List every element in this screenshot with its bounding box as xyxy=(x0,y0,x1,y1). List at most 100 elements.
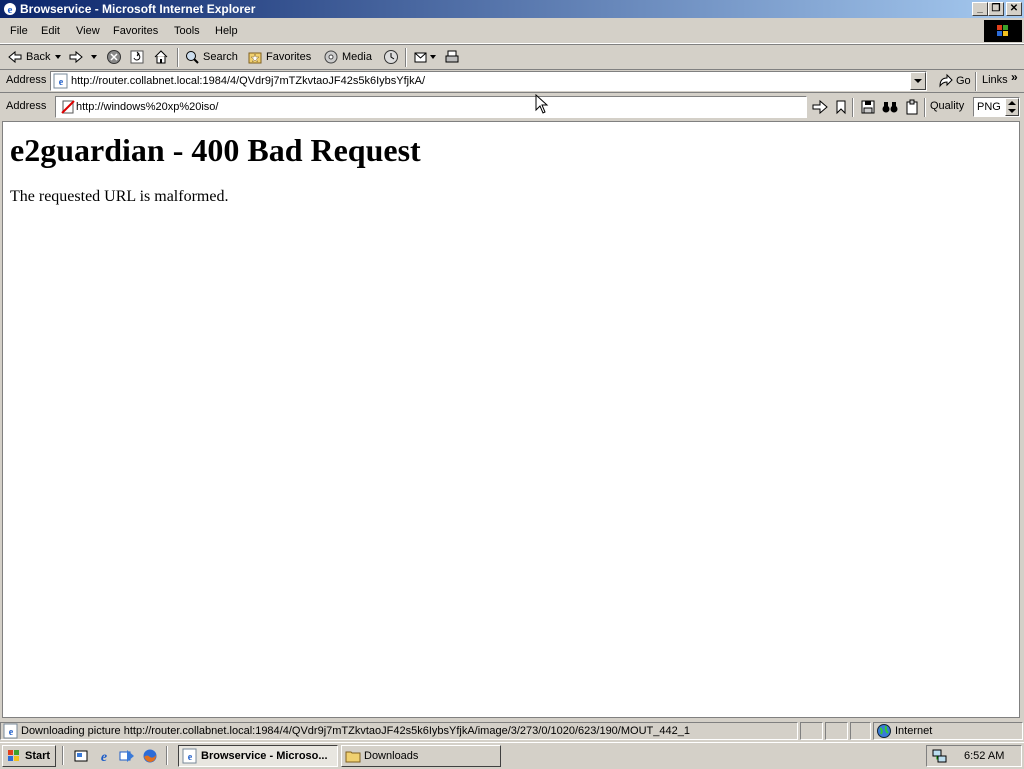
toolbar-separator xyxy=(924,98,926,117)
svg-text:e: e xyxy=(9,727,14,738)
ie-icon: e xyxy=(182,748,197,764)
address-dropdown-button[interactable] xyxy=(910,72,926,90)
network-icon[interactable] xyxy=(932,748,948,764)
clipboard-icon[interactable] xyxy=(904,99,920,115)
firefox-icon[interactable] xyxy=(142,748,158,764)
svg-text:e: e xyxy=(188,752,193,763)
title-bar[interactable]: e Browservice - Microsoft Internet Explo… xyxy=(0,0,1024,18)
status-cell xyxy=(825,722,848,740)
forward-arrow-icon[interactable] xyxy=(68,49,84,65)
svg-text:e: e xyxy=(8,4,13,16)
insecure-page-icon xyxy=(61,100,75,114)
windows-logo-icon xyxy=(984,20,1022,42)
address-input[interactable]: e http://router.collabnet.local:1984/4/Q… xyxy=(50,71,927,91)
back-button[interactable]: Back xyxy=(7,49,50,65)
media-label: Media xyxy=(342,51,372,63)
menu-view[interactable]: View xyxy=(76,25,100,37)
toolbar-separator xyxy=(975,72,977,91)
back-dropdown-icon[interactable] xyxy=(55,55,62,60)
search-button[interactable]: Search xyxy=(184,49,238,65)
task-browservice[interactable]: e Browservice - Microso... xyxy=(178,745,338,767)
close-button[interactable]: ✕ xyxy=(1006,2,1022,16)
browservice-bar: Address http://windows%20xp%20iso/ Quali… xyxy=(0,95,1024,119)
menu-help[interactable]: Help xyxy=(215,25,238,37)
toolbar-separator xyxy=(177,48,179,67)
ie-quicklaunch-icon[interactable]: e xyxy=(96,748,112,764)
toolbar-separator xyxy=(852,98,854,117)
toolbar-separator xyxy=(405,48,407,67)
status-cell xyxy=(850,722,871,740)
taskbar: Start e e Browservice - Microso... Downl… xyxy=(0,742,1024,769)
media-icon xyxy=(324,50,338,64)
print-icon[interactable] xyxy=(444,49,460,65)
task-downloads[interactable]: Downloads xyxy=(341,745,501,767)
menu-edit[interactable]: Edit xyxy=(41,25,60,37)
svg-text:e: e xyxy=(101,750,107,764)
spinner-arrows-icon xyxy=(1008,101,1016,113)
security-zone-cell: Internet xyxy=(873,722,1023,740)
status-text-cell: e Downloading picture http://router.coll… xyxy=(0,722,798,740)
status-bar: e Downloading picture http://router.coll… xyxy=(0,721,1024,741)
ie-icon: e xyxy=(4,3,16,16)
system-tray: 6:52 AM xyxy=(926,745,1022,767)
links-label[interactable]: Links xyxy=(982,74,1008,86)
ie-page-icon: e xyxy=(3,723,18,739)
address-bar: Address e http://router.collabnet.local:… xyxy=(0,70,1024,93)
start-button[interactable]: Start xyxy=(2,745,56,767)
task-label: Downloads xyxy=(364,750,419,762)
browservice-address-label: Address xyxy=(6,100,47,112)
window-title: Browservice - Microsoft Internet Explore… xyxy=(20,2,256,16)
page-content[interactable]: e2guardian - 400 Bad Request The request… xyxy=(2,94,1020,718)
status-text: Downloading picture http://router.collab… xyxy=(21,725,690,737)
go-button[interactable]: Go xyxy=(937,73,971,89)
restore-button[interactable]: ❐ xyxy=(988,2,1004,16)
quality-selector[interactable]: PNG xyxy=(973,97,1020,117)
address-url: http://router.collabnet.local:1984/4/QVd… xyxy=(71,75,426,87)
task-label: Browservice - Microso... xyxy=(201,750,328,762)
outlook-express-icon[interactable] xyxy=(119,748,135,764)
find-binoculars-icon[interactable] xyxy=(881,99,899,115)
mail-icon[interactable] xyxy=(413,49,429,65)
taskbar-separator xyxy=(62,746,64,765)
back-label: Back xyxy=(26,51,51,63)
go-arrow-icon xyxy=(939,73,953,88)
favorites-button[interactable]: Favorites xyxy=(247,49,311,65)
error-message: The requested URL is malformed. xyxy=(10,188,229,205)
browservice-url-input[interactable]: http://windows%20xp%20iso/ xyxy=(55,96,807,118)
taskbar-separator xyxy=(166,746,168,765)
chevron-down-icon xyxy=(914,79,922,83)
media-button[interactable]: Media xyxy=(323,49,372,65)
ie-page-icon: e xyxy=(53,73,68,89)
svg-text:e: e xyxy=(59,77,64,88)
windows-flag-icon xyxy=(8,750,19,761)
show-desktop-icon[interactable] xyxy=(73,748,89,764)
chevron-right-icon[interactable]: » xyxy=(1011,70,1018,84)
search-icon xyxy=(186,51,199,64)
save-icon[interactable] xyxy=(860,99,876,115)
favorites-label: Favorites xyxy=(266,51,312,63)
browservice-url: http://windows%20xp%20iso/ xyxy=(76,101,219,113)
quality-spinner[interactable] xyxy=(1005,98,1019,116)
address-label: Address xyxy=(6,74,47,86)
back-arrow-icon xyxy=(8,50,22,64)
minimize-button[interactable]: _ xyxy=(972,2,988,16)
mail-dropdown-icon[interactable] xyxy=(430,55,437,60)
refresh-icon[interactable] xyxy=(129,49,145,65)
search-label: Search xyxy=(203,51,238,63)
menu-favorites[interactable]: Favorites xyxy=(113,25,158,37)
stop-icon[interactable] xyxy=(106,49,122,65)
bookmark-icon[interactable] xyxy=(834,99,848,115)
home-icon[interactable] xyxy=(153,49,169,65)
quality-label: Quality xyxy=(930,100,965,112)
quality-value: PNG xyxy=(977,101,1001,113)
clock[interactable]: 6:52 AM xyxy=(964,750,1004,762)
error-heading: e2guardian - 400 Bad Request xyxy=(10,132,421,168)
favorites-icon xyxy=(248,52,262,64)
start-label: Start xyxy=(25,750,51,762)
menu-file[interactable]: File xyxy=(10,25,28,37)
menu-tools[interactable]: Tools xyxy=(174,25,200,37)
forward-dropdown-icon[interactable] xyxy=(91,55,98,60)
go-label: Go xyxy=(956,75,971,87)
navigate-arrow-icon[interactable] xyxy=(811,99,829,115)
history-icon[interactable] xyxy=(383,49,399,65)
